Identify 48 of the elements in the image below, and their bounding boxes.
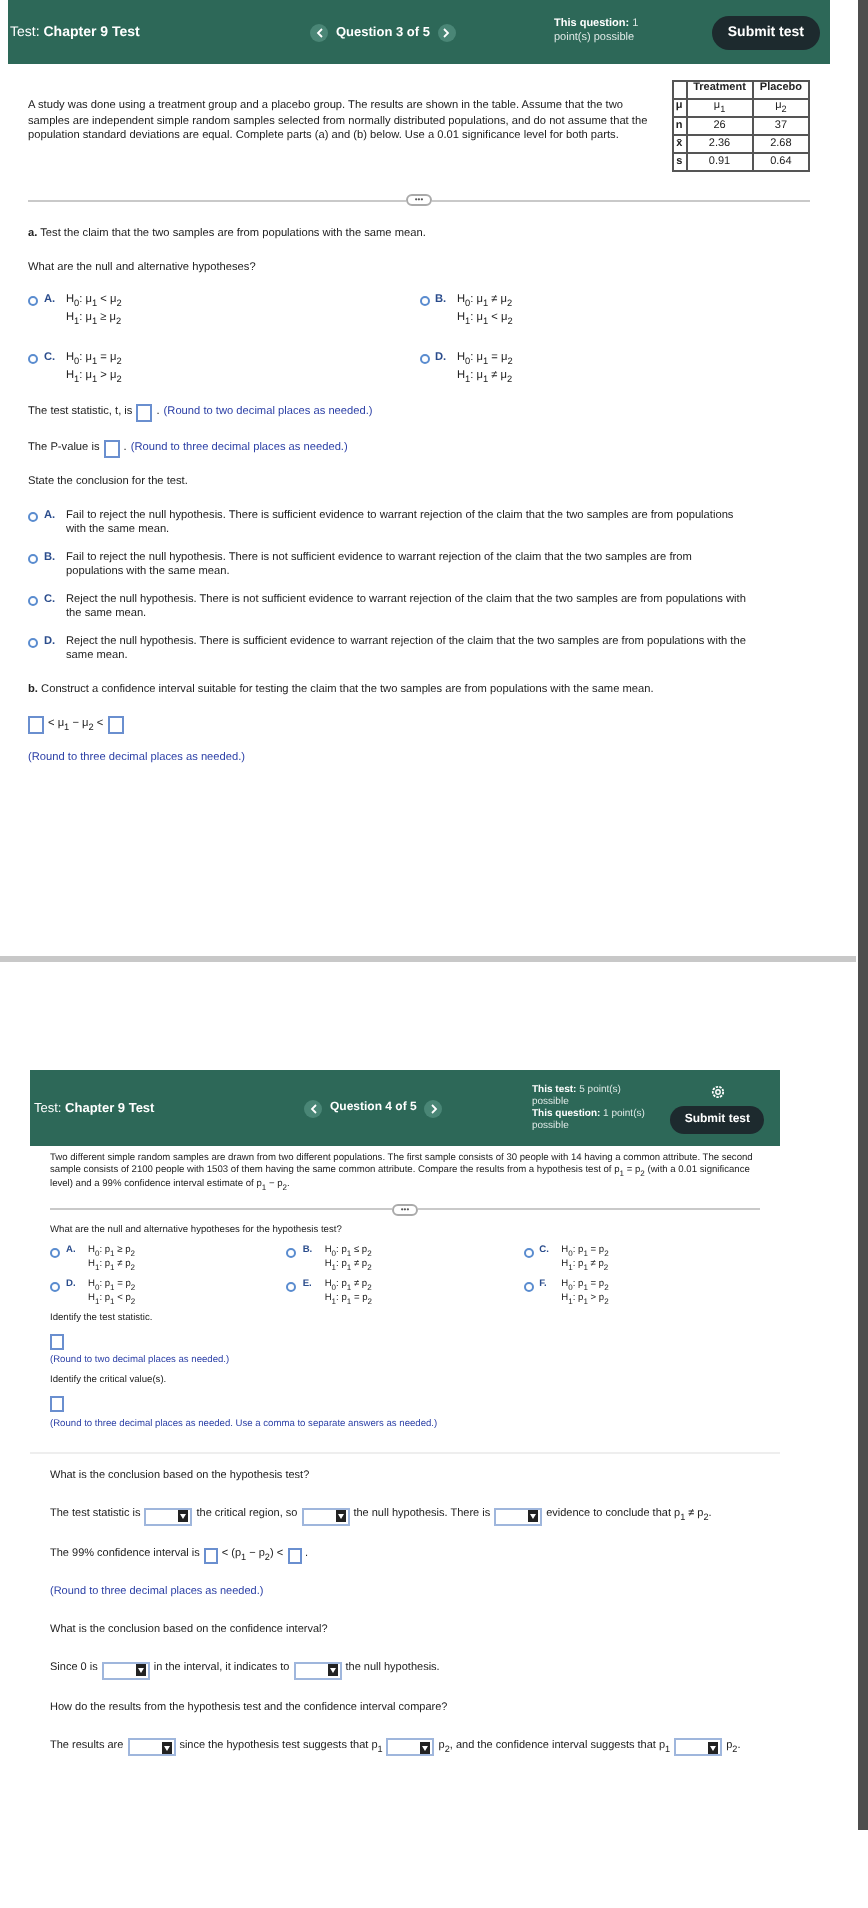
caret-icon	[135, 1664, 146, 1677]
dropdown[interactable]	[386, 1738, 435, 1757]
previous-question-button[interactable]	[304, 1099, 322, 1117]
caret-icon	[528, 1510, 539, 1523]
previous-question-button[interactable]	[310, 23, 328, 41]
radio-button[interactable]	[419, 354, 429, 365]
dropdown[interactable]	[144, 1507, 193, 1526]
answer-box[interactable]	[203, 1548, 218, 1565]
answer-box[interactable]	[103, 439, 120, 458]
radio-button[interactable]	[523, 1248, 534, 1259]
chevron-right-icon	[442, 27, 451, 37]
caret-icon	[161, 1741, 172, 1754]
radio-button[interactable]	[28, 595, 38, 606]
caret-icon	[335, 1510, 346, 1523]
radio-button[interactable]	[28, 354, 38, 365]
caret-icon	[708, 1741, 719, 1754]
answer-box[interactable]	[287, 1548, 302, 1565]
radio-button[interactable]	[50, 1248, 60, 1259]
dropdown[interactable]	[494, 1507, 543, 1526]
answer-box[interactable]	[28, 716, 44, 735]
caret-icon	[178, 1510, 189, 1523]
settings-icon	[709, 1083, 726, 1099]
dropdown[interactable]	[293, 1661, 342, 1680]
answer-box[interactable]	[136, 403, 153, 422]
radio-button[interactable]	[286, 1282, 297, 1293]
caret-icon	[420, 1741, 431, 1754]
chevron-left-icon	[309, 1103, 317, 1113]
answer-box[interactable]	[50, 1333, 64, 1350]
chevron-left-icon	[315, 27, 323, 37]
radio-button[interactable]	[28, 553, 38, 564]
radio-button[interactable]	[28, 296, 38, 307]
next-question-button[interactable]	[437, 23, 456, 41]
radio-button[interactable]	[286, 1248, 297, 1259]
dropdown[interactable]	[127, 1738, 176, 1757]
caret-icon	[327, 1664, 338, 1677]
dropdown[interactable]	[674, 1738, 723, 1757]
radio-button[interactable]	[50, 1282, 60, 1293]
scrollbar[interactable]	[858, 0, 868, 1830]
radio-button[interactable]	[419, 296, 429, 307]
dropdown[interactable]	[301, 1507, 350, 1526]
answer-box[interactable]	[50, 1396, 64, 1413]
answer-box[interactable]	[107, 716, 124, 735]
radio-button[interactable]	[28, 511, 38, 522]
radio-button[interactable]	[523, 1282, 534, 1293]
radio-button[interactable]	[28, 637, 38, 648]
dropdown[interactable]	[101, 1661, 150, 1680]
chevron-right-icon	[429, 1103, 438, 1113]
next-question-button[interactable]	[424, 1099, 443, 1117]
